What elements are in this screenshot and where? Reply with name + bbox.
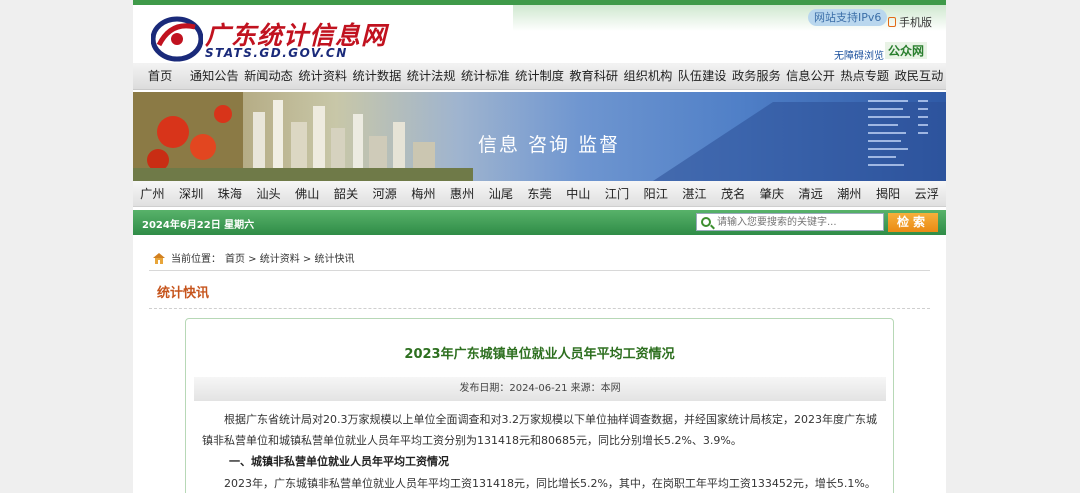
dashed-divider xyxy=(149,308,930,309)
nav-item-6[interactable]: 统计标准 xyxy=(458,63,512,89)
article-panel: 2023年广东城镇单位就业人员年平均工资情况 发布日期：2024-06-21 来… xyxy=(185,318,894,493)
site-header: 广东统计信息网 STATS.GD.GOV.CN 网站支持IPv6 手机版 无障碍… xyxy=(133,5,946,63)
city-link-13[interactable]: 阳江 xyxy=(636,181,675,206)
site-logo-domain[interactable]: STATS.GD.GOV.CN xyxy=(205,46,348,60)
ipv6-badge: 网站支持IPv6 xyxy=(808,9,888,26)
city-link-12[interactable]: 江门 xyxy=(598,181,637,206)
phone-icon xyxy=(888,17,896,27)
city-link-6[interactable]: 河源 xyxy=(365,181,404,206)
home-icon xyxy=(152,252,166,264)
city-link-4[interactable]: 佛山 xyxy=(288,181,327,206)
nav-item-10[interactable]: 队伍建设 xyxy=(675,63,729,89)
city-link-2[interactable]: 珠海 xyxy=(210,181,249,206)
date-search-bar: 2024年6月22日 星期六 检索 xyxy=(133,210,946,235)
search-icon xyxy=(701,217,711,227)
nav-item-13[interactable]: 热点专题 xyxy=(838,63,892,89)
city-link-3[interactable]: 汕头 xyxy=(249,181,288,206)
public-network-link[interactable]: 公众网 xyxy=(885,42,928,59)
divider xyxy=(149,270,930,271)
nav-item-2[interactable]: 新闻动态 xyxy=(241,63,295,89)
accessibility-link[interactable]: 无障碍浏览 xyxy=(834,47,884,62)
main-nav: 首页 通知公告 新闻动态 统计资料 统计数据 统计法规 统计标准 统计制度 教育科研 组织机构 队伍… xyxy=(133,63,946,90)
city-link-7[interactable]: 梅州 xyxy=(404,181,443,206)
city-link-16[interactable]: 肇庆 xyxy=(753,181,792,206)
article-meta: 发布日期：2024-06-21 来源：本网 xyxy=(194,377,886,401)
nav-item-8[interactable]: 教育科研 xyxy=(567,63,621,89)
nav-item-7[interactable]: 统计制度 xyxy=(512,63,566,89)
banner-slogan: 信息 咨询 监督 xyxy=(478,134,621,156)
city-link-19[interactable]: 揭阳 xyxy=(869,181,908,206)
breadcrumb-label: 当前位置： xyxy=(171,254,221,265)
city-link-17[interactable]: 清远 xyxy=(791,181,830,206)
city-link-10[interactable]: 东莞 xyxy=(520,181,559,206)
article-subheading: 一、城镇非私营单位就业人员年平均工资情况 xyxy=(229,455,449,468)
city-link-20[interactable]: 云浮 xyxy=(907,181,946,206)
breadcrumb: 当前位置： 首页 > 统计资料 > 统计快讯 xyxy=(152,250,354,265)
breadcrumb-path[interactable]: 首页 > 统计资料 > 统计快讯 xyxy=(225,254,354,265)
city-link-15[interactable]: 茂名 xyxy=(714,181,753,206)
article-title: 2023年广东城镇单位就业人员年平均工资情况 xyxy=(404,347,675,362)
nav-item-5[interactable]: 统计法规 xyxy=(404,63,458,89)
city-link-9[interactable]: 汕尾 xyxy=(481,181,520,206)
banner: 信息 咨询 监督 xyxy=(133,92,946,181)
section-title: 统计快讯 xyxy=(157,286,210,301)
mobile-version-link[interactable]: 手机版 xyxy=(888,14,932,30)
city-link-0[interactable]: 广州 xyxy=(133,181,172,206)
search-button[interactable]: 检索 xyxy=(888,213,938,232)
page-container: 广东统计信息网 STATS.GD.GOV.CN 网站支持IPv6 手机版 无障碍… xyxy=(133,0,946,493)
search-input[interactable] xyxy=(717,214,877,231)
nav-item-1[interactable]: 通知公告 xyxy=(187,63,241,89)
city-link-8[interactable]: 惠州 xyxy=(443,181,482,206)
city-link-18[interactable]: 潮州 xyxy=(830,181,869,206)
nav-item-14[interactable]: 政民互动 xyxy=(892,63,946,89)
city-link-14[interactable]: 湛江 xyxy=(675,181,714,206)
logo-emblem-icon[interactable] xyxy=(151,15,203,63)
city-nav: 广州 深圳 珠海 汕头 佛山 韶关 河源 梅州 惠州 汕尾 东莞 中山 江门 阳江 湛江 茂名 肇庆 清远 潮州 揭阳… xyxy=(133,181,946,207)
current-date: 2024年6月22日 星期六 xyxy=(142,220,255,231)
city-link-1[interactable]: 深圳 xyxy=(172,181,211,206)
article-paragraph: 根据广东省统计局对20.3万家规模以上单位全面调查和对3.2万家规模以下单位抽样… xyxy=(202,413,877,447)
nav-item-3[interactable]: 统计资料 xyxy=(296,63,350,89)
mobile-version-label: 手机版 xyxy=(899,16,932,29)
nav-item-0[interactable]: 首页 xyxy=(133,63,187,89)
nav-item-4[interactable]: 统计数据 xyxy=(350,63,404,89)
city-link-5[interactable]: 韶关 xyxy=(327,181,366,206)
search-box[interactable] xyxy=(696,213,884,231)
nav-item-9[interactable]: 组织机构 xyxy=(621,63,675,89)
article-paragraph: 2023年，广东城镇非私营单位就业人员年平均工资131418元，同比增长5.2%… xyxy=(224,477,876,490)
city-link-11[interactable]: 中山 xyxy=(559,181,598,206)
nav-item-12[interactable]: 信息公开 xyxy=(783,63,837,89)
nav-item-11[interactable]: 政务服务 xyxy=(729,63,783,89)
